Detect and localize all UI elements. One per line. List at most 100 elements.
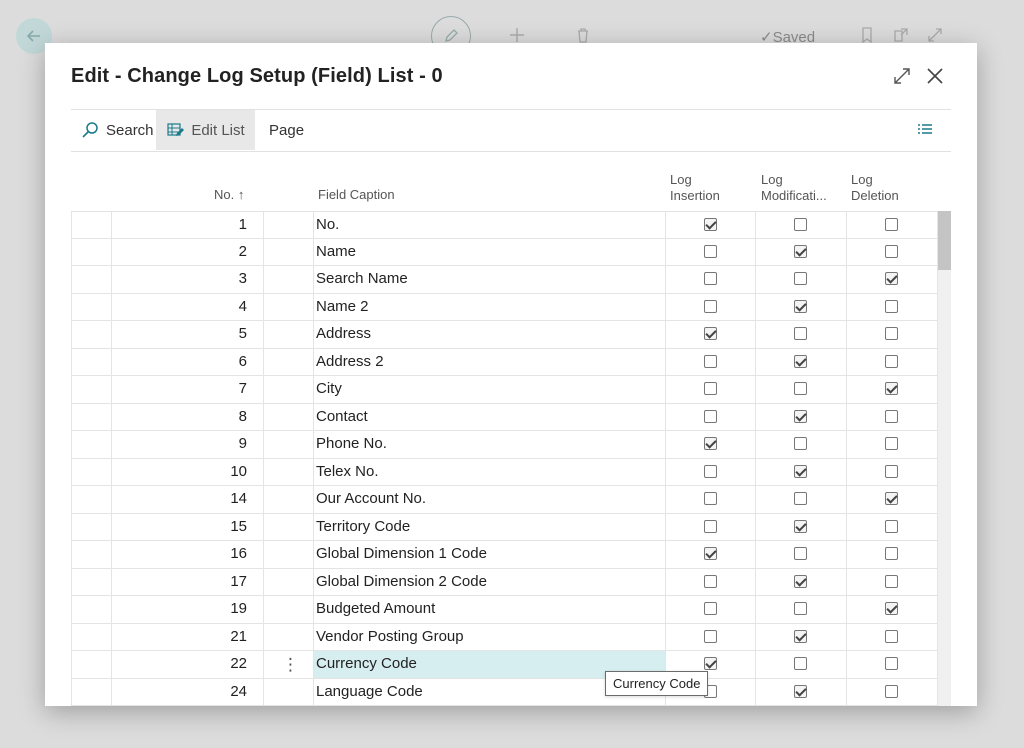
table-row[interactable]: 9 Phone No.	[71, 431, 937, 459]
field-caption-cell[interactable]: Global Dimension 1 Code	[316, 545, 487, 562]
log-modification-checkbox[interactable]	[794, 547, 807, 560]
field-caption-cell[interactable]: Our Account No.	[316, 490, 426, 507]
log-modification-checkbox[interactable]	[794, 602, 807, 615]
log-modification-checkbox[interactable]	[794, 684, 807, 698]
table-row[interactable]: 16 Global Dimension 1 Code	[71, 541, 937, 569]
field-caption-cell[interactable]: City	[316, 380, 342, 397]
log-deletion-checkbox[interactable]	[885, 574, 898, 588]
log-modification-checkbox[interactable]	[794, 492, 807, 505]
log-deletion-checkbox[interactable]	[885, 244, 898, 258]
log-modification-checkbox[interactable]	[794, 464, 807, 478]
field-caption-cell[interactable]: Currency Code	[316, 655, 417, 672]
log-insertion-checkbox[interactable]	[704, 519, 717, 533]
log-modification-checkbox[interactable]	[794, 327, 807, 340]
close-dialog-button[interactable]	[924, 65, 946, 87]
log-deletion-checkbox[interactable]	[885, 218, 898, 231]
scrollbar-thumb[interactable]	[938, 211, 951, 270]
column-header-no[interactable]: No. ↑	[214, 187, 244, 203]
table-row[interactable]: 17 Global Dimension 2 Code	[71, 569, 937, 596]
log-deletion-checkbox[interactable]	[885, 437, 898, 450]
table-row[interactable]: 14 Our Account No.	[71, 486, 937, 514]
log-insertion-checkbox[interactable]	[704, 464, 717, 478]
log-deletion-checkbox[interactable]	[885, 547, 898, 560]
row-actions-icon[interactable]: ⋮	[282, 655, 299, 675]
log-deletion-checkbox[interactable]	[885, 354, 898, 368]
log-modification-checkbox[interactable]	[794, 272, 807, 285]
vertical-scrollbar[interactable]	[938, 211, 951, 706]
field-caption-cell[interactable]: Vendor Posting Group	[316, 628, 464, 645]
table-row[interactable]: 19 Budgeted Amount	[71, 596, 937, 624]
table-row[interactable]: 6 Address 2	[71, 349, 937, 376]
log-insertion-checkbox[interactable]	[704, 602, 717, 615]
table-row[interactable]: 21 Vendor Posting Group	[71, 624, 937, 651]
log-deletion-checkbox[interactable]	[885, 657, 898, 670]
table-row[interactable]: 3 Search Name	[71, 266, 937, 294]
log-insertion-checkbox[interactable]	[704, 547, 717, 560]
log-deletion-checkbox[interactable]	[885, 519, 898, 533]
log-deletion-checkbox[interactable]	[885, 684, 898, 698]
log-deletion-checkbox[interactable]	[885, 409, 898, 423]
log-insertion-checkbox[interactable]	[704, 354, 717, 368]
table-row[interactable]: 15 Territory Code	[71, 514, 937, 541]
log-deletion-checkbox[interactable]	[885, 629, 898, 643]
log-insertion-checkbox[interactable]	[704, 629, 717, 643]
table-row[interactable]: 4 Name 2	[71, 294, 937, 321]
log-insertion-checkbox[interactable]	[704, 244, 717, 258]
field-caption-cell[interactable]: Telex No.	[316, 463, 379, 480]
log-modification-checkbox[interactable]	[794, 244, 807, 258]
log-insertion-checkbox[interactable]	[704, 327, 717, 340]
log-insertion-checkbox[interactable]	[704, 272, 717, 285]
log-deletion-checkbox[interactable]	[885, 299, 898, 313]
log-insertion-checkbox[interactable]	[704, 437, 717, 450]
log-modification-checkbox[interactable]	[794, 629, 807, 643]
log-insertion-checkbox[interactable]	[704, 382, 717, 395]
log-deletion-checkbox[interactable]	[885, 464, 898, 478]
log-modification-checkbox[interactable]	[794, 382, 807, 395]
log-modification-checkbox[interactable]	[794, 574, 807, 588]
log-modification-checkbox[interactable]	[794, 437, 807, 450]
field-caption-cell[interactable]: Name	[316, 243, 356, 260]
field-caption-cell[interactable]: Global Dimension 2 Code	[316, 573, 487, 590]
field-caption-cell[interactable]: Territory Code	[316, 518, 410, 535]
log-modification-checkbox[interactable]	[794, 299, 807, 313]
search-button[interactable]: Search	[81, 110, 154, 150]
column-header-log-insertion[interactable]: Log Insertion	[670, 172, 720, 204]
log-insertion-checkbox[interactable]	[704, 218, 717, 231]
log-insertion-checkbox[interactable]	[704, 492, 717, 505]
log-modification-checkbox[interactable]	[794, 519, 807, 533]
field-caption-cell[interactable]: Search Name	[316, 270, 408, 287]
log-insertion-checkbox[interactable]	[704, 657, 717, 670]
log-deletion-checkbox[interactable]	[885, 602, 898, 615]
field-caption-cell[interactable]: No.	[316, 216, 339, 233]
table-row[interactable]: 2 Name	[71, 239, 937, 266]
log-deletion-checkbox[interactable]	[885, 272, 898, 285]
field-caption-cell[interactable]: Phone No.	[316, 435, 387, 452]
table-row[interactable]: 1 No.	[71, 211, 937, 239]
log-deletion-checkbox[interactable]	[885, 492, 898, 505]
page-menu-button[interactable]: Page	[269, 110, 304, 150]
field-caption-cell[interactable]: Contact	[316, 408, 368, 425]
edit-list-button[interactable]: Edit List	[156, 110, 255, 150]
log-modification-checkbox[interactable]	[794, 218, 807, 231]
log-deletion-checkbox[interactable]	[885, 327, 898, 340]
table-row[interactable]: 24 Language Code	[71, 679, 937, 706]
table-row[interactable]: 10 Telex No.	[71, 459, 937, 486]
table-row[interactable]: 5 Address	[71, 321, 937, 349]
log-modification-checkbox[interactable]	[794, 354, 807, 368]
log-modification-checkbox[interactable]	[794, 657, 807, 670]
field-caption-cell[interactable]: Budgeted Amount	[316, 600, 435, 617]
field-caption-cell[interactable]: Name 2	[316, 298, 369, 315]
log-modification-checkbox[interactable]	[794, 409, 807, 423]
table-row[interactable]: 8 Contact	[71, 404, 937, 431]
log-insertion-checkbox[interactable]	[704, 409, 717, 423]
expand-dialog-button[interactable]	[891, 65, 913, 87]
log-deletion-checkbox[interactable]	[885, 382, 898, 395]
field-caption-cell[interactable]: Address	[316, 325, 371, 342]
table-row[interactable]: 7 City	[71, 376, 937, 404]
column-header-log-modification[interactable]: Log Modificati...	[761, 172, 827, 204]
field-caption-cell[interactable]: Address 2	[316, 353, 384, 370]
log-insertion-checkbox[interactable]	[704, 574, 717, 588]
table-row[interactable]: ⋮ 22 Currency Code	[71, 651, 937, 679]
list-view-button[interactable]	[916, 110, 941, 150]
log-insertion-checkbox[interactable]	[704, 299, 717, 313]
